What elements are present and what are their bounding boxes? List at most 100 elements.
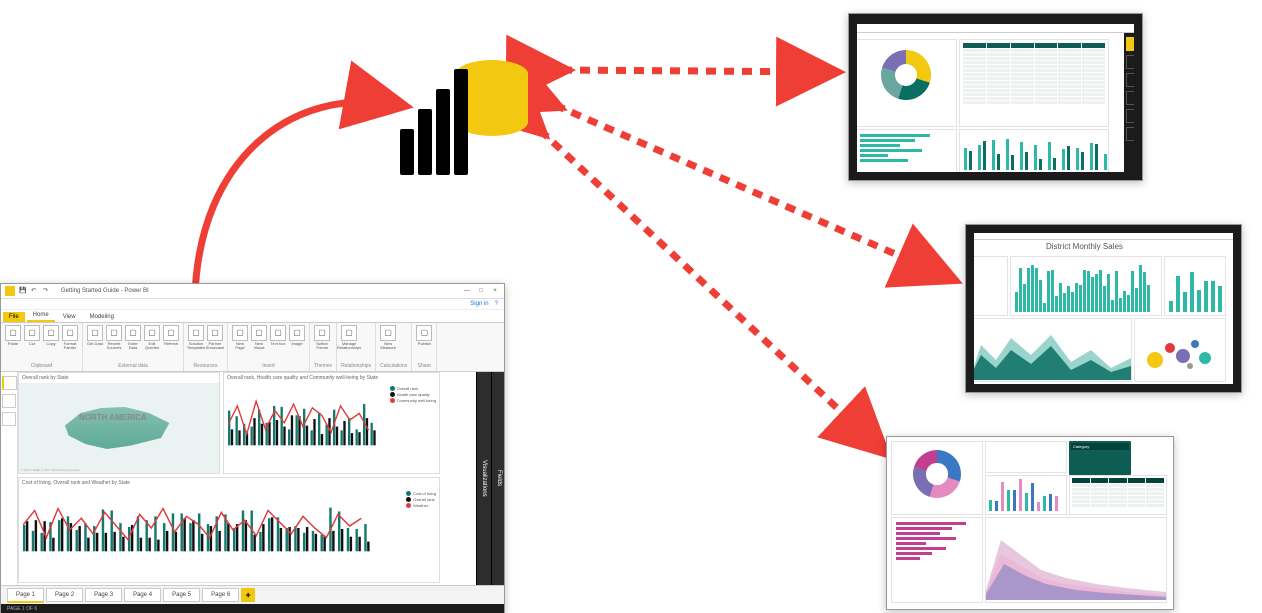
minimize-button[interactable]: — xyxy=(462,288,472,294)
ribbon-button[interactable]: ▢Partner Showcase xyxy=(207,325,223,350)
logo-bar-2 xyxy=(418,109,432,175)
report-view-button[interactable] xyxy=(2,376,17,390)
ribbon-button[interactable]: ▢New Page xyxy=(232,325,248,350)
redo-icon[interactable]: ↷ xyxy=(43,287,51,295)
data-view-button[interactable] xyxy=(2,394,16,408)
dashboard-a: — □ × xyxy=(848,13,1143,181)
ribbon-group: ▢New Page▢New Visual▢Text box▢ImageInser… xyxy=(228,323,310,371)
page-tab-bar: Page 1Page 2Page 3Page 4Page 5Page 6+ xyxy=(1,585,504,604)
page-tab[interactable]: Page 3 xyxy=(85,588,122,602)
tile-bar[interactable] xyxy=(985,475,1067,515)
tile-area[interactable] xyxy=(985,517,1167,603)
view-rail xyxy=(1,372,18,585)
visual-title: Cost of living, Overall rank and Weather… xyxy=(19,478,439,488)
close-button[interactable]: × xyxy=(490,288,500,294)
ribbon-button[interactable]: ▢Copy xyxy=(43,325,59,350)
save-icon[interactable]: 💾 xyxy=(19,287,27,295)
page-tab[interactable]: Page 5 xyxy=(163,588,200,602)
ribbon-button[interactable]: ▢Switch Theme xyxy=(314,325,330,350)
rail-item[interactable] xyxy=(1126,55,1140,69)
tile-hbars[interactable] xyxy=(855,129,957,175)
ribbon-button[interactable]: ▢Recent Sources xyxy=(106,325,122,350)
visual-combo-2[interactable]: Cost of living, Overall rank and Weather… xyxy=(18,477,440,583)
legend-item: Weather xyxy=(413,503,428,508)
tool-rail xyxy=(1124,33,1142,180)
ribbon-tab-home[interactable]: Home xyxy=(27,310,55,322)
tile-columns[interactable] xyxy=(959,129,1109,175)
rail-item[interactable] xyxy=(1126,37,1140,51)
tile-hbars[interactable] xyxy=(891,517,983,603)
rail-item[interactable] xyxy=(1126,127,1140,141)
ribbon: ▢Paste▢Cut▢Copy▢Format PainterClipboard▢… xyxy=(1,323,504,372)
page-tab[interactable]: Page 2 xyxy=(46,588,83,602)
logo-bar-1 xyxy=(400,129,414,175)
ribbon-button[interactable]: ▢Cut xyxy=(24,325,40,350)
tile-slicer[interactable] xyxy=(970,256,1008,316)
tile-bubble[interactable] xyxy=(1134,318,1226,382)
title-bar: 💾 ↶ ↷ Getting Started Guide - Power BI —… xyxy=(1,284,504,299)
dashboard-c: Category xyxy=(886,436,1174,610)
map-label: NORTH AMERICA xyxy=(79,413,147,422)
minimize-button[interactable]: — xyxy=(1110,16,1116,22)
report-canvas[interactable]: Overall rank by State NORTH AMERICA © 20… xyxy=(18,372,504,585)
tile-text[interactable] xyxy=(985,441,1067,473)
ribbon-button[interactable]: ▢Solution Templates xyxy=(188,325,204,350)
ribbon-button[interactable]: ▢Publish xyxy=(416,325,432,346)
help-button[interactable]: ? xyxy=(495,301,498,307)
logo-bar-4 xyxy=(454,69,468,175)
maximize-button[interactable]: □ xyxy=(476,288,486,294)
logo-bar-3 xyxy=(436,89,450,175)
legend-item: Community well-being xyxy=(397,398,436,403)
publish-arrow xyxy=(195,102,400,295)
ribbon-button[interactable]: ▢New Visual xyxy=(251,325,267,350)
tile-area[interactable] xyxy=(970,318,1132,382)
rail-item[interactable] xyxy=(1126,91,1140,105)
ribbon-button[interactable]: ▢Format Painter xyxy=(62,325,78,350)
map-attribution: © 2017 HERE © 2017 Microsoft Corporation xyxy=(21,468,80,472)
visualizations-pane[interactable]: Visualizations xyxy=(476,372,491,585)
tile-donut[interactable] xyxy=(891,441,983,515)
model-view-button[interactable] xyxy=(2,412,16,426)
ribbon-button[interactable]: ▢Refresh xyxy=(163,325,179,350)
visual-map[interactable]: Overall rank by State NORTH AMERICA © 20… xyxy=(18,372,220,474)
ribbon-tab-file[interactable]: File xyxy=(3,312,25,322)
ribbon-button[interactable]: ▢Image xyxy=(289,325,305,350)
tile-bar-small[interactable] xyxy=(1164,256,1226,316)
ribbon-button[interactable]: ▢New Measure xyxy=(380,325,396,350)
ribbon-button[interactable]: ▢Edit Queries xyxy=(144,325,160,350)
tile-donut[interactable] xyxy=(855,39,957,127)
visual-title: Overall rank, Health care quality and Co… xyxy=(224,373,439,383)
rail-item[interactable] xyxy=(1126,109,1140,123)
ribbon-button[interactable]: ▢Manage Relationships xyxy=(341,325,357,350)
status-bar: PAGE 1 OF 6 xyxy=(1,604,504,613)
ribbon-button[interactable]: ▢Paste xyxy=(5,325,21,350)
tile-table[interactable] xyxy=(959,39,1109,127)
rail-item[interactable] xyxy=(1126,73,1140,87)
sign-in-link[interactable]: Sign in xyxy=(470,301,488,307)
fields-pane[interactable]: Fields xyxy=(491,372,505,585)
power-bi-desktop-window: 💾 ↶ ↷ Getting Started Guide - Power BI —… xyxy=(0,283,505,613)
visual-title: Overall rank by State xyxy=(19,373,219,383)
maximize-button[interactable]: □ xyxy=(1120,16,1126,22)
map-shape xyxy=(59,403,179,453)
tile-bar-chart[interactable] xyxy=(1010,256,1162,316)
undo-icon[interactable]: ↶ xyxy=(31,287,39,295)
page-tab[interactable]: Page 4 xyxy=(124,588,161,602)
ribbon-button[interactable]: ▢Text box xyxy=(270,325,286,350)
ribbon-tab-modeling[interactable]: Modeling xyxy=(84,312,120,322)
ribbon-button[interactable]: ▢Get Data xyxy=(87,325,103,350)
page-tab[interactable]: Page 1 xyxy=(7,588,44,603)
tile-table[interactable] xyxy=(1069,475,1167,515)
ribbon-group: ▢Switch ThemeThemes xyxy=(310,323,337,371)
ribbon-group: ▢New MeasureCalculations xyxy=(376,323,412,371)
close-button[interactable]: × xyxy=(1130,16,1136,22)
visual-combo-1[interactable]: Overall rank, Health care quality and Co… xyxy=(223,372,440,474)
tile-kpi[interactable]: Category xyxy=(1069,441,1131,475)
ribbon-button[interactable]: ▢Enter Data xyxy=(125,325,141,350)
window-title: Getting Started Guide - Power BI xyxy=(55,288,458,294)
right-pane-rail: Visualizations Fields xyxy=(476,372,504,585)
ribbon-group: ▢Solution Templates▢Partner ShowcaseReso… xyxy=(184,323,228,371)
add-page-button[interactable]: + xyxy=(241,588,255,602)
page-tab[interactable]: Page 6 xyxy=(202,588,239,602)
ribbon-tab-view[interactable]: View xyxy=(57,312,82,322)
